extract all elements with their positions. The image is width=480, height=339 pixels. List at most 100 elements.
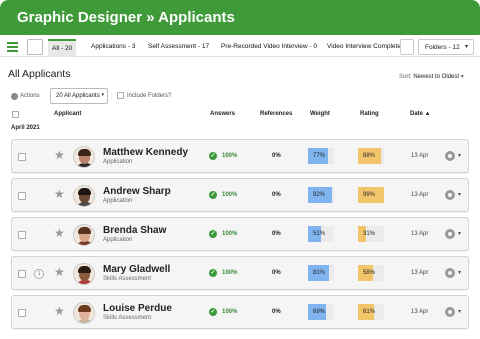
avatar — [73, 185, 95, 207]
applicant-stage: Application — [103, 159, 133, 165]
gear-icon[interactable] — [445, 151, 455, 161]
weight-value: 81% — [313, 270, 326, 276]
list-view-icon[interactable] — [7, 42, 18, 52]
weight-value: 51% — [313, 231, 326, 237]
date-value: 13 Apr — [411, 153, 429, 159]
chevron-down-icon[interactable]: ▾ — [458, 269, 461, 276]
tab-video-interview-complete[interactable]: Video Interview Complete — [327, 43, 401, 50]
check-circle-icon: ✓ — [209, 230, 217, 238]
references-value: 0% — [272, 270, 281, 276]
folders-dropdown[interactable]: Folders - 12 ▾ — [418, 39, 474, 55]
applicant-filter-select[interactable]: 20 All Applicants ▾ — [50, 88, 108, 104]
answers-value: 100% — [222, 153, 238, 159]
avatar — [73, 146, 95, 168]
table-header: Applicant Answers References Weight Rati… — [0, 110, 480, 122]
column-rating[interactable]: Rating — [360, 111, 379, 117]
notification-badge: 1 — [34, 269, 44, 279]
row-checkbox[interactable] — [18, 153, 26, 161]
app-frame: Graphic Designer » Applicants All - 20 A… — [0, 0, 480, 339]
avatar — [73, 263, 95, 285]
row-checkbox[interactable] — [18, 270, 26, 278]
table-row[interactable]: ★ Matthew Kennedy Application ✓ 100% 0% 77% 88%… — [11, 139, 469, 173]
star-icon[interactable]: ★ — [54, 149, 65, 161]
column-applicant[interactable]: Applicant — [54, 111, 81, 117]
tab-self-assessment[interactable]: Self Assessment - 17 — [148, 43, 209, 50]
grid-view-button[interactable] — [27, 39, 43, 55]
sort-value: Newest to Oldest — [413, 74, 460, 80]
toolbar: Actions 20 All Applicants ▾ Include Fold… — [0, 88, 480, 106]
date-value: 13 Apr — [411, 309, 429, 315]
chevron-down-icon[interactable]: ▾ — [458, 191, 461, 198]
rating-bar: 99% — [358, 187, 384, 203]
gear-icon[interactable] — [445, 190, 455, 200]
column-references[interactable]: References — [260, 111, 292, 117]
star-icon[interactable]: ★ — [54, 305, 65, 317]
row-checkbox[interactable] — [18, 192, 26, 200]
page-title: All Applicants — [8, 68, 71, 80]
applicant-filter-value: 20 All Applicants — [56, 93, 100, 99]
gear-icon[interactable] — [445, 268, 455, 278]
star-icon[interactable]: ★ — [54, 188, 65, 200]
applicant-stage: Skills Assessment — [103, 315, 152, 321]
answers-value: 100% — [222, 192, 238, 198]
star-icon[interactable]: ★ — [54, 266, 65, 278]
table-row[interactable]: ★ Louise Perdue Skills Assessment ✓ 100% 0% 69… — [11, 295, 469, 329]
applicant-name[interactable]: Louise Perdue — [103, 303, 172, 314]
rating-bar: 88% — [358, 148, 384, 164]
weight-bar: 51% — [308, 226, 334, 242]
page-header-title: Graphic Designer » Applicants — [17, 9, 235, 26]
row-checkbox[interactable] — [18, 309, 26, 317]
page-header: Graphic Designer » Applicants — [0, 0, 480, 35]
column-date[interactable]: Date ▲ — [410, 111, 431, 117]
tab-all[interactable]: All - 20 — [48, 39, 77, 57]
table-row[interactable]: ★ Andrew Sharp Application ✓ 100% 0% 92% 99% 13 … — [11, 178, 469, 212]
applicant-name[interactable]: Matthew Kennedy — [103, 147, 188, 158]
weight-bar: 69% — [308, 304, 334, 320]
chevron-down-icon[interactable]: ▾ — [458, 230, 461, 237]
chevron-down-icon[interactable]: ▾ — [458, 308, 461, 315]
chevron-down-icon: ▾ — [464, 44, 468, 50]
rating-value: 88% — [363, 153, 376, 159]
check-circle-icon: ✓ — [209, 269, 217, 277]
table-row[interactable]: ★ Brenda Shaw Application ✓ 100% 0% 51% 31% 13 A… — [11, 217, 469, 251]
tab-scroll-button[interactable] — [400, 39, 414, 55]
column-answers[interactable]: Answers — [210, 111, 235, 117]
references-value: 0% — [272, 231, 281, 237]
row-checkbox[interactable] — [18, 231, 26, 239]
folders-label: Folders - 12 — [425, 44, 460, 51]
references-value: 0% — [272, 153, 281, 159]
weight-value: 92% — [313, 192, 326, 198]
check-circle-icon: ✓ — [209, 191, 217, 199]
answers-value: 100% — [222, 309, 238, 315]
check-circle-icon: ✓ — [209, 152, 217, 160]
chevron-down-icon[interactable]: ▾ — [458, 152, 461, 159]
star-icon[interactable]: ★ — [54, 227, 65, 239]
rating-value: 61% — [363, 309, 376, 315]
include-folders-checkbox[interactable] — [117, 92, 124, 99]
gear-icon[interactable] — [445, 229, 455, 239]
applicant-stage: Application — [103, 198, 133, 204]
references-value: 0% — [272, 309, 281, 315]
table-row[interactable]: 1 ★ Mary Gladwell Skills Assessment ✓ 100% 0% 8… — [11, 256, 469, 290]
tab-applications[interactable]: Applications - 3 — [91, 43, 135, 50]
actions-button[interactable]: Actions — [20, 93, 40, 99]
applicant-name[interactable]: Andrew Sharp — [103, 186, 171, 197]
applicant-name[interactable]: Mary Gladwell — [103, 264, 170, 275]
references-value: 0% — [272, 192, 281, 198]
answers-value: 100% — [222, 231, 238, 237]
applicant-stage: Skills Assessment — [103, 276, 152, 282]
sort-control[interactable]: Sort: Newest to Oldest ▾ — [399, 73, 464, 80]
chevron-down-icon: ▾ — [101, 92, 104, 98]
tab-video-interview[interactable]: Pre-Recorded Video Interview - 0 — [221, 43, 317, 50]
gear-icon — [11, 93, 18, 100]
include-folders-label: Include Folders? — [127, 93, 172, 99]
gear-icon[interactable] — [445, 307, 455, 317]
check-circle-icon: ✓ — [209, 308, 217, 316]
tab-bar: All - 20 Applications - 3 Self Assessmen… — [0, 38, 480, 57]
column-weight[interactable]: Weight — [310, 111, 330, 117]
rating-value: 99% — [363, 192, 376, 198]
weight-value: 77% — [313, 153, 326, 159]
applicant-name[interactable]: Brenda Shaw — [103, 225, 166, 236]
weight-bar: 77% — [308, 148, 334, 164]
select-all-checkbox[interactable] — [12, 111, 19, 118]
